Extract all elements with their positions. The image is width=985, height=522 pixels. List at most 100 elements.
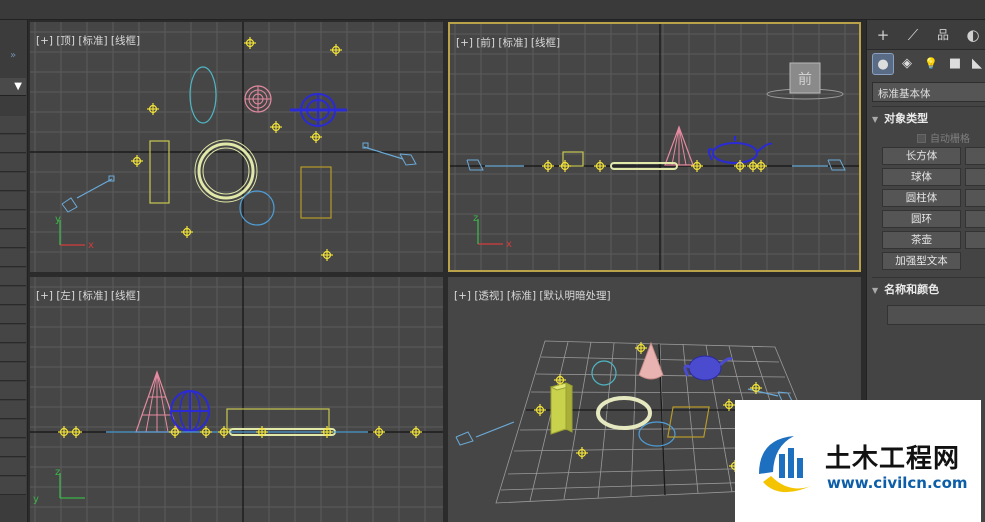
left-strip-row[interactable] xyxy=(0,154,26,172)
geometry-category-sphere-icon[interactable]: ● xyxy=(872,53,894,75)
teapot-object[interactable] xyxy=(707,136,773,164)
panel-button-col2[interactable] xyxy=(965,210,985,228)
camera-object-1[interactable] xyxy=(466,159,524,171)
name-color-rollout[interactable]: ▼ 名称和颜色 xyxy=(872,281,985,299)
omni-light-marker-icon[interactable] xyxy=(321,249,333,261)
cone-object[interactable] xyxy=(135,370,179,433)
camera-object-1[interactable] xyxy=(455,421,515,446)
panel-button-col2[interactable] xyxy=(965,189,985,207)
hierarchy-tab-icon[interactable]: 品 xyxy=(930,24,956,46)
primitive-type-dropdown[interactable]: 标准基本体 xyxy=(872,82,985,102)
cylinder-object[interactable] xyxy=(189,66,217,124)
left-strip-row[interactable] xyxy=(0,325,26,343)
cameras-category-icon[interactable]: ■ xyxy=(944,53,966,75)
viewport-left[interactable]: [+] [左] [标准] [线框] z y xyxy=(30,277,443,522)
panel-button-col2[interactable] xyxy=(965,147,985,165)
text-plus-button[interactable]: 加强型文本 xyxy=(882,252,961,270)
viewport-label[interactable]: [+] [左] [标准] [线框] xyxy=(36,288,140,303)
omni-light-marker-icon[interactable] xyxy=(410,426,422,438)
viewport-left-canvas[interactable]: z y xyxy=(30,277,443,522)
shapes-category-icon[interactable]: ◈ xyxy=(896,53,918,75)
teapot-button[interactable]: 茶壶 xyxy=(882,231,961,249)
collapse-triangle-icon: ▼ xyxy=(872,115,879,124)
omni-light-marker-icon[interactable] xyxy=(723,399,735,411)
omni-light-marker-icon[interactable] xyxy=(594,160,606,172)
left-strip-row[interactable] xyxy=(0,211,26,229)
left-strip-row[interactable] xyxy=(0,116,26,134)
left-strip-row[interactable] xyxy=(0,458,26,476)
viewport-label[interactable]: [+] [前] [标准] [线框] xyxy=(456,35,560,50)
torus-object[interactable] xyxy=(194,139,258,203)
omni-light-marker-icon[interactable] xyxy=(542,160,554,172)
omni-light-marker-icon[interactable] xyxy=(270,121,282,133)
expand-chevron-icon[interactable]: » xyxy=(10,50,16,61)
box-object-1[interactable] xyxy=(226,408,330,430)
left-strip-row[interactable] xyxy=(0,268,26,286)
torus-button[interactable]: 圆环 xyxy=(882,210,961,228)
panel-button-col2[interactable] xyxy=(965,231,985,249)
object-type-rollout[interactable]: ▼ 对象类型 xyxy=(872,110,985,128)
omni-light-marker-icon[interactable] xyxy=(218,426,230,438)
viewcube-label: 前 xyxy=(798,71,812,88)
viewport-front-canvas[interactable]: 前 z x xyxy=(450,24,859,270)
omni-light-marker-icon[interactable] xyxy=(256,426,268,438)
lights-category-icon[interactable]: 💡 xyxy=(920,53,942,75)
torus-object[interactable] xyxy=(596,396,652,430)
viewport-top-canvas[interactable]: y x xyxy=(30,22,443,272)
cylinder-button[interactable]: 圆柱体 xyxy=(882,189,961,207)
divider xyxy=(872,277,985,278)
left-strip-row[interactable] xyxy=(0,173,26,191)
omni-light-marker-icon[interactable] xyxy=(330,44,342,56)
omni-light-marker-icon[interactable] xyxy=(70,426,82,438)
object-name-input[interactable] xyxy=(887,305,985,325)
omni-light-marker-icon[interactable] xyxy=(559,160,571,172)
omni-light-marker-icon[interactable] xyxy=(310,131,322,143)
left-strip-row[interactable] xyxy=(0,477,26,495)
omni-light-marker-icon[interactable] xyxy=(321,426,333,438)
left-strip-row[interactable] xyxy=(0,306,26,324)
left-strip-row[interactable] xyxy=(0,249,26,267)
left-strip-row[interactable] xyxy=(0,344,26,362)
omni-light-marker-icon[interactable] xyxy=(147,103,159,115)
left-strip-row[interactable] xyxy=(0,230,26,248)
left-strip-row[interactable] xyxy=(0,363,26,381)
box-button[interactable]: 长方体 xyxy=(882,147,961,165)
omni-light-marker-icon[interactable] xyxy=(691,160,703,172)
viewport-label[interactable]: [+] [透视] [标准] [默认明暗处理] xyxy=(454,288,611,303)
omni-light-marker-icon[interactable] xyxy=(131,155,143,167)
viewport-front[interactable]: [+] [前] [标准] [线框] 前 z x xyxy=(448,22,861,272)
teapot-object[interactable] xyxy=(290,93,347,127)
viewport-label[interactable]: [+] [顶] [标准] [线框] xyxy=(36,33,140,48)
left-strip-row[interactable] xyxy=(0,401,26,419)
box-object-2[interactable] xyxy=(667,406,710,438)
sphere-button[interactable]: 球体 xyxy=(882,168,961,186)
autogrid-checkbox[interactable]: 自动栅格 xyxy=(917,130,970,145)
left-dropdown[interactable]: ▼ xyxy=(0,78,26,96)
box-object-1[interactable] xyxy=(549,382,574,435)
omni-light-marker-icon[interactable] xyxy=(755,160,767,172)
omni-light-marker-icon[interactable] xyxy=(244,37,256,49)
left-strip-row[interactable] xyxy=(0,420,26,438)
left-strip-row[interactable] xyxy=(0,192,26,210)
camera-object-1[interactable] xyxy=(61,175,115,213)
modify-tab-curve-icon[interactable]: ⟋ xyxy=(900,24,926,46)
left-strip-row[interactable] xyxy=(0,382,26,400)
left-strip-row[interactable] xyxy=(0,287,26,305)
omni-light-marker-icon[interactable] xyxy=(373,426,385,438)
motion-tab-icon[interactable]: ◐ xyxy=(960,24,985,46)
sphere-object[interactable] xyxy=(244,85,272,113)
watermark-title: 土木工程网 xyxy=(825,444,961,474)
viewport-top[interactable]: [+] [顶] [标准] [线框] y x xyxy=(30,22,443,272)
helpers-category-icon[interactable]: ◣ xyxy=(966,53,985,75)
left-strip-row[interactable] xyxy=(0,135,26,153)
teapot-object[interactable] xyxy=(170,390,210,432)
cylinder-object[interactable] xyxy=(591,360,617,386)
omni-light-marker-icon[interactable] xyxy=(576,447,588,459)
light-markers[interactable] xyxy=(131,37,342,261)
camera-object-2[interactable] xyxy=(362,142,417,166)
omni-light-marker-icon[interactable] xyxy=(58,426,70,438)
omni-light-marker-icon[interactable] xyxy=(534,404,546,416)
left-strip-row[interactable] xyxy=(0,439,26,457)
create-tab-plus-icon[interactable]: + xyxy=(870,24,896,46)
panel-button-col2[interactable] xyxy=(965,168,985,186)
